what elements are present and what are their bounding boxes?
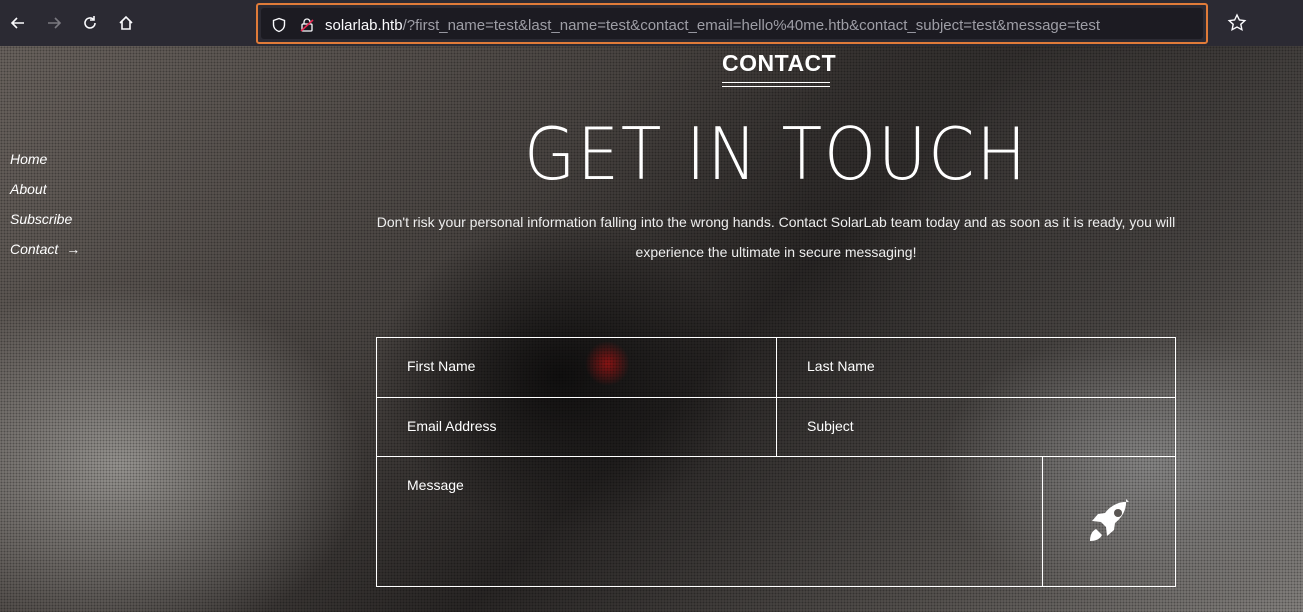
home-icon <box>119 15 133 30</box>
tracking-shield-icon[interactable] <box>271 17 287 33</box>
bookmark-star-icon[interactable] <box>1226 12 1248 34</box>
contact-form: First Name Last Name Email Address Subje… <box>376 337 1176 587</box>
page-content: Home About Subscribe Contact → CONTACT GE… <box>0 46 1303 612</box>
first-name-field[interactable]: First Name <box>377 338 777 398</box>
lead-text: Don't risk your personal information fal… <box>376 207 1176 267</box>
hero-title: GET IN TOUCH <box>523 112 1029 196</box>
section-title: CONTACT <box>722 50 837 76</box>
side-navigation: Home About Subscribe Contact → <box>10 151 80 271</box>
nav-contact-link[interactable]: Contact → <box>10 241 80 271</box>
back-arrow-icon <box>10 17 24 29</box>
url-text[interactable]: solarlab.htb/?first_name=test&last_name=… <box>325 17 1100 34</box>
browser-toolbar: solarlab.htb/?first_name=test&last_name=… <box>0 0 1303 46</box>
url-host: solarlab.htb <box>325 17 403 34</box>
rocket-icon <box>1090 498 1129 541</box>
back-button[interactable] <box>4 9 32 37</box>
forward-button[interactable] <box>40 9 68 37</box>
nav-about-link[interactable]: About <box>10 181 80 211</box>
reload-icon <box>84 16 96 29</box>
lead-line-2: experience the ultimate in secure messag… <box>635 244 917 260</box>
url-bar[interactable]: solarlab.htb/?first_name=test&last_name=… <box>256 3 1208 44</box>
url-query: /?first_name=test&last_name=test&contact… <box>402 17 1101 34</box>
message-field[interactable]: Message <box>377 457 1043 586</box>
forward-arrow-icon <box>48 17 62 29</box>
nav-contact-label: Contact <box>10 241 59 257</box>
title-underline <box>722 82 830 87</box>
insecure-lock-icon[interactable] <box>299 17 315 33</box>
reload-button[interactable] <box>76 9 104 37</box>
home-button[interactable] <box>112 9 140 37</box>
lead-line-1: Don't risk your personal information fal… <box>376 214 1176 230</box>
last-name-field[interactable]: Last Name <box>777 338 1175 398</box>
submit-button[interactable] <box>1043 457 1175 586</box>
email-field[interactable]: Email Address <box>377 398 777 457</box>
nav-home-link[interactable]: Home <box>10 151 80 181</box>
url-bar-inner[interactable]: solarlab.htb/?first_name=test&last_name=… <box>261 8 1203 39</box>
subject-field[interactable]: Subject <box>777 398 1175 457</box>
arrow-right-icon: → <box>66 241 81 257</box>
nav-subscribe-link[interactable]: Subscribe <box>10 211 80 241</box>
